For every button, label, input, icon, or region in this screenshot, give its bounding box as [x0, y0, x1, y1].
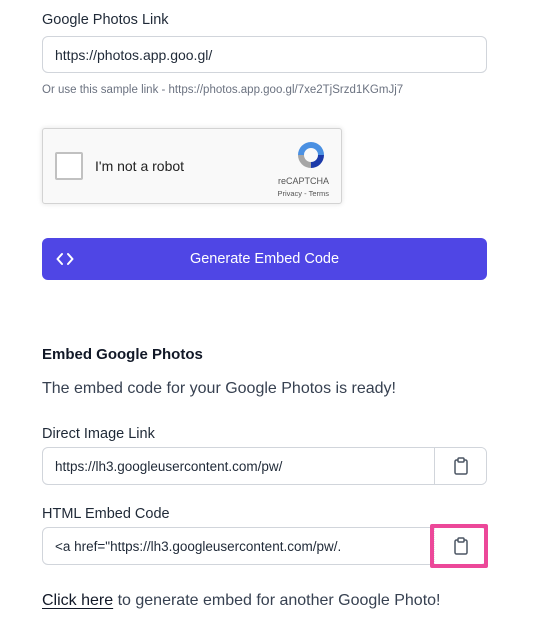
recaptcha-widget: I'm not a robot reCAPTCHA Privacy - Term… — [42, 128, 342, 204]
google-photos-link-label: Google Photos Link — [42, 12, 169, 28]
ready-message: The embed code for your Google Photos is… — [42, 380, 396, 397]
direct-image-link-field[interactable]: https://lh3.googleusercontent.com/pw/ — [43, 459, 434, 474]
direct-image-link-group: https://lh3.googleusercontent.com/pw/ — [42, 447, 487, 485]
footer-message: Click here to generate embed for another… — [42, 592, 440, 610]
copy-direct-link-button[interactable] — [434, 448, 486, 484]
generate-embed-code-label: Generate Embed Code — [189, 251, 340, 267]
google-photos-link-input[interactable]: https://photos.app.goo.gl/ — [42, 36, 487, 73]
copy-html-embed-button[interactable] — [434, 528, 486, 564]
recaptcha-checkbox[interactable] — [55, 152, 83, 180]
recaptcha-label: I'm not a robot — [95, 158, 185, 174]
footer-rest-text: to generate embed for another Google Pho… — [113, 592, 441, 609]
clipboard-icon — [453, 537, 468, 555]
code-icon — [56, 253, 74, 265]
direct-image-link-label: Direct Image Link — [42, 426, 155, 442]
recaptcha-brand: reCAPTCHA — [277, 176, 329, 186]
recaptcha-privacy-terms[interactable]: Privacy - Terms — [277, 189, 329, 198]
clipboard-icon — [453, 457, 468, 475]
sample-link-help: Or use this sample link - https://photos… — [42, 84, 404, 96]
html-embed-code-label: HTML Embed Code — [42, 506, 170, 522]
generate-embed-code-button[interactable]: Generate Embed Code — [42, 238, 487, 280]
html-embed-code-group: <a href="https://lh3.googleusercontent.c… — [42, 527, 487, 565]
embed-section-title: Embed Google Photos — [42, 346, 203, 363]
recaptcha-logo-icon — [298, 142, 324, 168]
html-embed-code-field[interactable]: <a href="https://lh3.googleusercontent.c… — [43, 539, 434, 554]
click-here-link[interactable]: Click here — [42, 592, 113, 609]
